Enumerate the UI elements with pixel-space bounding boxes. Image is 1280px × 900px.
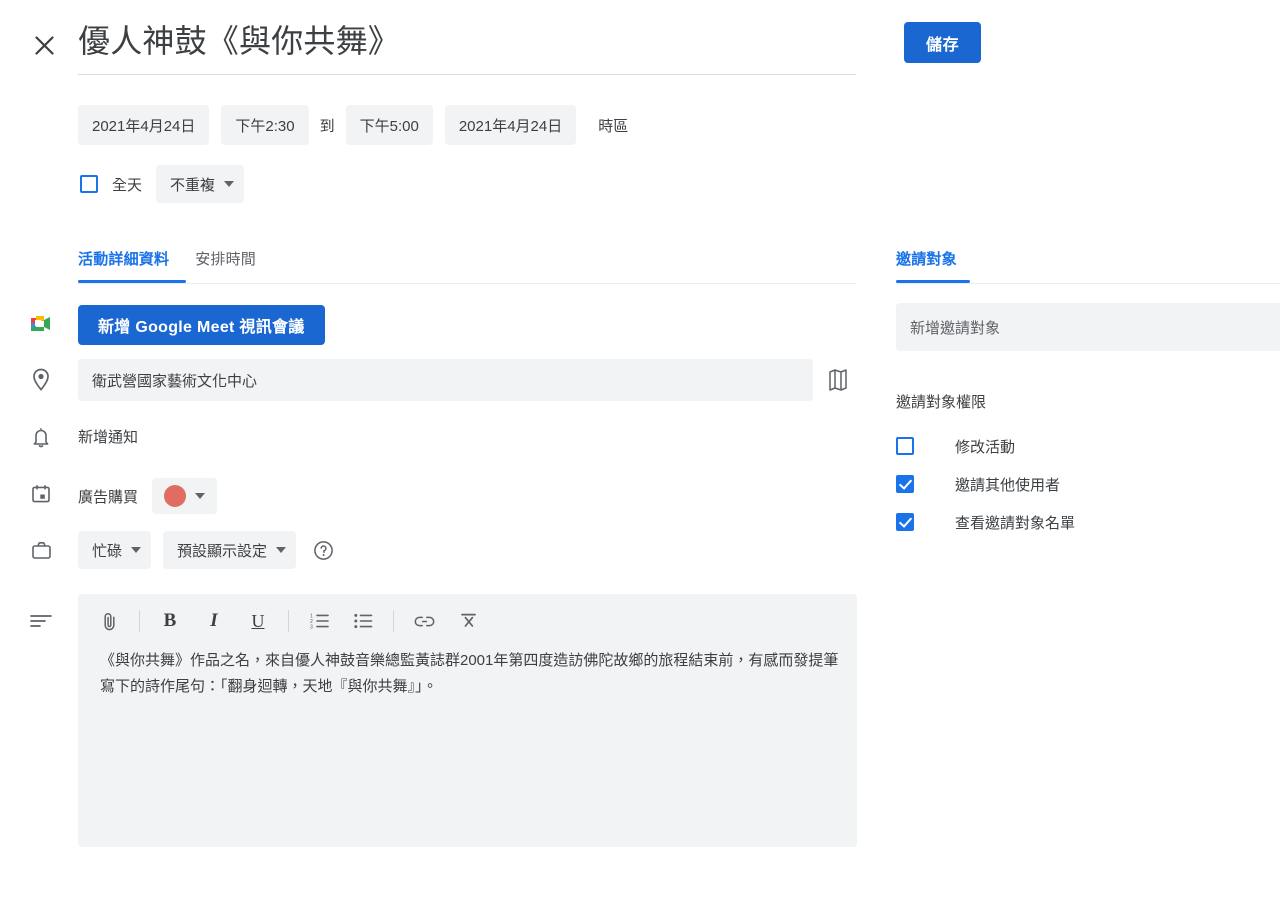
tab-guests[interactable]: 邀請對象: [896, 248, 957, 281]
description-toolbar: B I U 1 2 3: [78, 594, 857, 648]
availability-label: 忙碌: [92, 542, 123, 560]
location-field[interactable]: 衛武營國家藝術文化中心: [78, 359, 813, 401]
bulleted-list-icon[interactable]: [346, 604, 380, 638]
availability-row: 忙碌 預設顯示設定: [78, 531, 334, 569]
tab-active-indicator: [78, 280, 186, 283]
guest-permissions-title: 邀請對象權限: [896, 394, 987, 411]
repeat-dropdown[interactable]: 不重複: [156, 165, 245, 203]
toolbar-divider: [288, 610, 289, 632]
underline-icon[interactable]: U: [241, 604, 275, 638]
event-color-dropdown[interactable]: [152, 478, 218, 514]
bold-icon[interactable]: B: [153, 604, 187, 638]
calendar-icon: [28, 481, 54, 507]
location-pin-icon: [28, 367, 54, 393]
permission-label: 修改活動: [955, 438, 1016, 456]
permission-label: 查看邀請對象名單: [955, 514, 1076, 532]
numbered-list-icon[interactable]: 1 2 3: [302, 604, 336, 638]
end-date-field[interactable]: 2021年4月24日: [444, 105, 577, 145]
briefcase-icon: [28, 537, 54, 563]
visibility-dropdown[interactable]: 預設顯示設定: [163, 531, 297, 569]
description-text[interactable]: 《與你共舞》作品之名，來自優人神鼓音樂總監黃誌群2001年第四度造訪佛陀故鄉的旅…: [78, 648, 857, 700]
availability-dropdown[interactable]: 忙碌: [78, 531, 152, 569]
permission-modify-event-checkbox[interactable]: [896, 437, 914, 455]
allday-repeat-row: 全天 不重複: [80, 165, 245, 203]
tab-event-details[interactable]: 活動詳細資料: [78, 248, 169, 281]
chevron-down-icon: [131, 547, 142, 553]
permission-invite-others[interactable]: 邀請其他使用者: [896, 465, 1075, 503]
start-date-field[interactable]: 2021年4月24日: [78, 105, 210, 145]
tab-find-time[interactable]: 安排時間: [195, 248, 256, 281]
tab-divider: [78, 283, 856, 284]
attach-icon[interactable]: [92, 604, 126, 638]
detail-tabs: 活動詳細資料 安排時間: [78, 248, 282, 281]
page-title[interactable]: 優人神鼓《與你共舞》: [78, 18, 856, 68]
guest-tab-divider: [896, 283, 1280, 284]
all-day-checkbox[interactable]: [80, 175, 98, 193]
guest-tab-active-indicator: [896, 280, 970, 283]
repeat-label: 不重複: [170, 176, 216, 194]
calendar-color-row: 廣告購買: [78, 478, 218, 514]
schedule-to-label: 到: [319, 117, 335, 135]
event-title-field[interactable]: 優人神鼓《與你共舞》: [78, 18, 856, 75]
clear-formatting-icon[interactable]: [451, 604, 485, 638]
description-lines-icon: [28, 608, 54, 634]
link-icon[interactable]: [407, 604, 441, 638]
chevron-down-icon: [276, 547, 287, 553]
save-button[interactable]: 儲存: [904, 22, 982, 63]
chevron-down-icon: [195, 493, 206, 499]
guest-permissions-list: 修改活動 邀請其他使用者 查看邀請對象名單: [896, 427, 1075, 541]
event-color-swatch: [164, 485, 187, 507]
timezone-button[interactable]: 時區: [576, 115, 628, 136]
permission-label: 邀請其他使用者: [955, 476, 1061, 494]
google-meet-icon: [28, 311, 54, 337]
title-underline: [78, 74, 856, 75]
visibility-label: 預設顯示設定: [177, 542, 268, 560]
permission-see-guest-list-checkbox[interactable]: [896, 513, 914, 531]
permission-see-guest-list[interactable]: 查看邀請對象名單: [896, 503, 1075, 541]
toolbar-divider: [393, 610, 394, 632]
description-editor[interactable]: B I U 1 2 3 《與你共舞》作品之名，來自優人神鼓音樂總監黃誌群2001…: [78, 594, 857, 847]
add-guest-input[interactable]: 新增邀請對象: [896, 303, 1280, 351]
all-day-label: 全天: [112, 176, 143, 194]
start-time-field[interactable]: 下午2:30: [221, 105, 309, 145]
calendar-selector[interactable]: 廣告購買: [78, 486, 138, 507]
permission-invite-others-checkbox[interactable]: [896, 475, 914, 493]
svg-text:3: 3: [310, 625, 313, 629]
bell-icon: [28, 424, 54, 450]
chevron-down-icon: [224, 181, 235, 187]
add-google-meet-button[interactable]: 新增 Google Meet 視訊會議: [78, 305, 325, 345]
italic-icon[interactable]: I: [197, 604, 231, 638]
close-icon[interactable]: [27, 28, 61, 62]
permission-modify-event[interactable]: 修改活動: [896, 427, 1075, 465]
map-icon[interactable]: [827, 368, 849, 392]
add-notification-button[interactable]: 新增通知: [78, 426, 138, 447]
toolbar-divider: [139, 610, 140, 632]
event-editor-page: 優人神鼓《與你共舞》 儲存 2021年4月24日 下午2:30 到 下午5:00…: [0, 0, 1280, 900]
schedule-row: 2021年4月24日 下午2:30 到 下午5:00 2021年4月24日 時區: [78, 105, 628, 145]
end-time-field[interactable]: 下午5:00: [345, 105, 433, 145]
help-circle-icon[interactable]: [312, 539, 334, 561]
